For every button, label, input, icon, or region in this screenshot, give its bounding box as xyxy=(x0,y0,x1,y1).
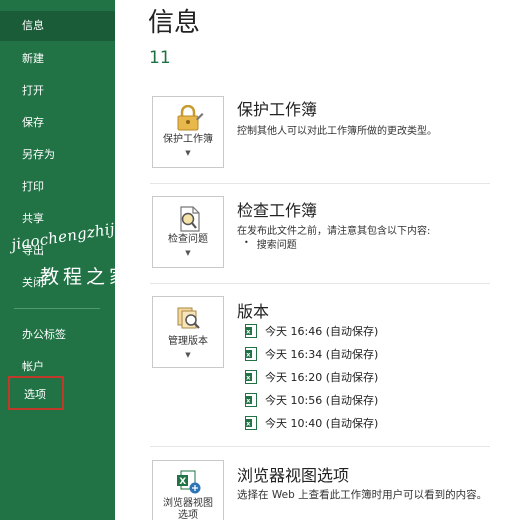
section-title-versions: 版本 xyxy=(237,302,270,321)
nav-item-label: 办公标签 xyxy=(22,328,66,341)
section-divider xyxy=(150,446,490,447)
section-title-browser-view: 浏览器视图选项 xyxy=(237,466,350,485)
protect-workbook-button[interactable]: 保护工作簿 ▼ xyxy=(152,96,224,168)
version-item[interactable]: x 今天 16:34 (自动保存) xyxy=(245,347,378,363)
excel-file-icon: x xyxy=(245,393,257,407)
version-item[interactable]: x 今天 16:46 (自动保存) xyxy=(245,324,378,340)
list-item: • 搜索问题 xyxy=(244,236,297,251)
section-description-protect: 控制其他人可以对此工作簿所做的更改类型。 xyxy=(237,126,437,137)
tile-label: 保护工作簿 xyxy=(163,134,213,145)
chevron-down-icon: ▼ xyxy=(185,149,191,157)
nav-item-label: 打印 xyxy=(22,180,44,193)
excel-file-icon: x xyxy=(245,370,257,384)
tile-label: 浏览器视图 xyxy=(163,498,213,509)
browser-view-icon: X xyxy=(175,469,203,495)
nav-item-label: 保存 xyxy=(22,116,44,129)
manage-versions-button[interactable]: 管理版本 ▼ xyxy=(152,296,224,368)
section-divider xyxy=(150,283,490,284)
nav-item-label: 选项 xyxy=(24,388,46,401)
section-title-protect: 保护工作簿 xyxy=(237,100,318,119)
version-item[interactable]: x 今天 10:56 (自动保存) xyxy=(245,393,378,409)
version-item[interactable]: x 今天 16:20 (自动保存) xyxy=(245,370,378,386)
nav-item-label: 信息 xyxy=(22,19,44,32)
version-label: 今天 16:20 (自动保存) xyxy=(265,371,379,384)
excel-file-icon: x xyxy=(245,347,257,361)
svg-text:X: X xyxy=(179,477,186,487)
watermark-chinese: 教程之家 xyxy=(40,266,133,288)
section-divider xyxy=(150,183,490,184)
nav-divider xyxy=(14,308,100,309)
nav-item-save-as[interactable]: 另存为 xyxy=(0,140,115,170)
lock-icon xyxy=(174,104,204,131)
nav-item-label: 新建 xyxy=(22,52,44,65)
nav-item-label: 帐户 xyxy=(22,360,44,373)
bullet-icon: • xyxy=(244,238,249,247)
nav-item-print[interactable]: 打印 xyxy=(0,172,115,202)
browser-view-options-button[interactable]: X 浏览器视图 选项 xyxy=(152,460,224,521)
section-description-inspect: 在发布此文件之前，请注意其包含以下内容: xyxy=(237,226,431,237)
backstage-sidebar: 信息 新建 打开 保存 另存为 打印 共享 导出 关闭 办公标签 帐户 选项 j… xyxy=(0,0,130,520)
chevron-down-icon: ▼ xyxy=(185,351,191,359)
tile-label: 检查问题 xyxy=(168,234,208,245)
inspect-document-icon xyxy=(175,205,203,233)
excel-file-icon: x xyxy=(245,416,257,430)
section-description-browser-view: 选择在 Web 上查看此工作簿时用户可以看到的内容。 xyxy=(237,489,488,501)
page-title: 信息 xyxy=(148,8,201,38)
nav-item-save[interactable]: 保存 xyxy=(0,108,115,138)
tile-label: 选项 xyxy=(178,510,198,521)
inspect-bullet-text: 搜索问题 xyxy=(256,240,297,251)
nav-item-label: 共享 xyxy=(22,212,44,225)
nav-item-new[interactable]: 新建 xyxy=(0,44,115,74)
nav-item-label: 另存为 xyxy=(22,148,55,161)
nav-item-open[interactable]: 打开 xyxy=(0,76,115,106)
nav-item-info[interactable]: 信息 xyxy=(0,11,115,41)
section-title-inspect: 检查工作簿 xyxy=(237,201,318,220)
nav-item-label: 打开 xyxy=(22,84,44,97)
version-label: 今天 10:40 (自动保存) xyxy=(265,417,379,430)
manage-versions-icon xyxy=(175,305,203,333)
version-label: 今天 10:56 (自动保存) xyxy=(265,394,379,407)
version-item[interactable]: x 今天 10:40 (自动保存) xyxy=(245,416,378,432)
version-label: 今天 16:46 (自动保存) xyxy=(265,325,379,338)
chevron-down-icon: ▼ xyxy=(185,249,191,257)
excel-file-icon: x xyxy=(245,324,257,338)
version-label: 今天 16:34 (自动保存) xyxy=(265,348,379,361)
document-name: 11 xyxy=(149,48,171,68)
nav-item-options[interactable]: 选项 xyxy=(8,376,64,410)
tile-label: 管理版本 xyxy=(168,336,208,347)
nav-item-office-tab[interactable]: 办公标签 xyxy=(0,320,115,350)
check-for-issues-button[interactable]: 检查问题 ▼ xyxy=(152,196,224,268)
